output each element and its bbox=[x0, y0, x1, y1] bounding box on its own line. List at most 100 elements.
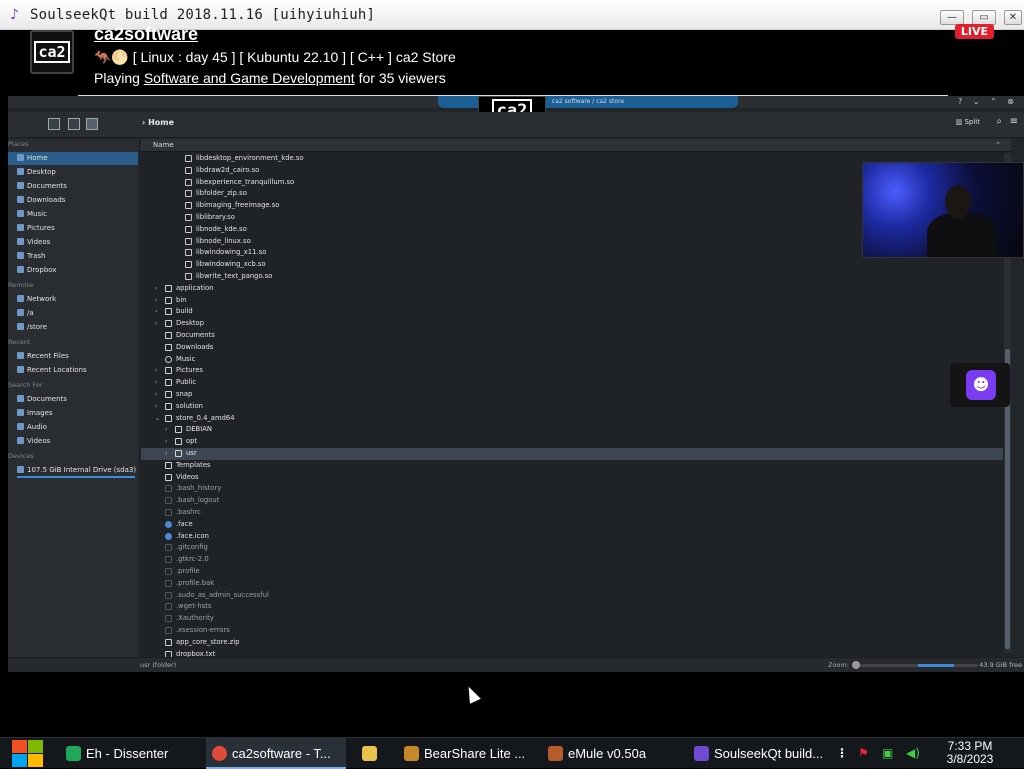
channel-name-link[interactable]: ca2software bbox=[94, 24, 198, 45]
network-icon[interactable]: ▣ bbox=[882, 738, 893, 769]
places-item[interactable]: Home bbox=[8, 152, 138, 165]
fm-window-controls[interactable]: ? ⌄ ⌃ ⊗ bbox=[958, 97, 1018, 106]
file-row[interactable]: › opt bbox=[141, 436, 1003, 448]
channel-logo[interactable]: ca2 bbox=[30, 30, 74, 74]
places-item[interactable]: Recent Files bbox=[8, 350, 138, 363]
windows-start-button[interactable] bbox=[10, 739, 44, 768]
file-row[interactable]: Videos bbox=[141, 472, 1003, 484]
chevron-right-icon[interactable]: › bbox=[155, 283, 163, 295]
details-view-icon[interactable] bbox=[86, 118, 98, 130]
chat-bot-button[interactable]: ☻ bbox=[950, 363, 1010, 407]
file-row[interactable]: Documents bbox=[141, 330, 1003, 342]
places-item[interactable]: Pictures bbox=[8, 222, 138, 235]
chevron-right-icon[interactable]: › bbox=[165, 424, 173, 436]
chevron-right-icon[interactable]: › bbox=[155, 365, 163, 377]
file-row[interactable]: .bash_logout bbox=[141, 495, 1003, 507]
file-row[interactable]: .wget-hsts bbox=[141, 601, 1003, 613]
file-name: .bash_history bbox=[176, 484, 222, 493]
hamburger-menu-icon[interactable]: ≡ bbox=[1010, 116, 1018, 127]
breadcrumb[interactable]: › Home bbox=[142, 118, 174, 127]
places-item[interactable]: /a bbox=[8, 307, 138, 320]
chevron-right-icon[interactable]: › bbox=[165, 448, 173, 460]
maximize-button[interactable]: ▭ bbox=[972, 10, 996, 25]
game-link[interactable]: Software and Game Development bbox=[144, 70, 355, 86]
file-row[interactable]: › Desktop bbox=[141, 318, 1003, 330]
file-row[interactable]: .gitconfig bbox=[141, 542, 1003, 554]
chevron-right-icon[interactable]: › bbox=[155, 318, 163, 330]
sort-ascending-icon[interactable]: ⌃ bbox=[995, 139, 1001, 152]
places-item[interactable]: Documents bbox=[8, 180, 138, 193]
file-row[interactable]: .profile bbox=[141, 566, 1003, 578]
icons-view-icon[interactable] bbox=[48, 118, 60, 130]
file-row[interactable]: › bin bbox=[141, 295, 1003, 307]
file-row[interactable]: › usr bbox=[141, 448, 1003, 460]
zoom-slider-handle[interactable] bbox=[852, 661, 860, 669]
places-item[interactable]: Downloads bbox=[8, 194, 138, 207]
file-row[interactable]: › build bbox=[141, 306, 1003, 318]
search-icon[interactable]: ⌕ bbox=[996, 116, 1002, 127]
file-row[interactable]: .profile.bak bbox=[141, 578, 1003, 590]
zoom-slider[interactable] bbox=[856, 664, 978, 667]
file-row[interactable]: › Public bbox=[141, 377, 1003, 389]
chevron-right-icon[interactable]: › bbox=[155, 377, 163, 389]
volume-icon[interactable]: ◀) bbox=[906, 738, 920, 769]
file-row[interactable]: › snap bbox=[141, 389, 1003, 401]
places-item[interactable]: Trash bbox=[8, 250, 138, 263]
chevron-right-icon[interactable]: › bbox=[155, 306, 163, 318]
chevron-right-icon[interactable]: › bbox=[155, 401, 163, 413]
places-item[interactable]: Desktop bbox=[8, 166, 138, 179]
file-row[interactable]: .xsession-errors bbox=[141, 625, 1003, 637]
clock-date: 3/8/2023 bbox=[946, 752, 994, 766]
file-row[interactable]: Downloads bbox=[141, 342, 1003, 354]
close-button[interactable]: ✕ bbox=[1004, 10, 1022, 25]
place-icon bbox=[17, 466, 24, 473]
file-row[interactable]: .gtkrc-2.0 bbox=[141, 554, 1003, 566]
file-row[interactable]: › application bbox=[141, 283, 1003, 295]
file-row[interactable]: app_core_store.zip bbox=[141, 637, 1003, 649]
places-item[interactable]: Dropbox bbox=[8, 264, 138, 277]
flag-icon[interactable]: ⚑ bbox=[858, 738, 869, 769]
taskbar-item[interactable]: Eh - Dissenter bbox=[60, 738, 200, 769]
more-options-icon[interactable]: ⋮ bbox=[836, 738, 848, 769]
file-row[interactable]: › DEBIAN bbox=[141, 424, 1003, 436]
split-button[interactable]: ▥ Split bbox=[956, 118, 980, 126]
chevron-down-icon[interactable]: ⌄ bbox=[155, 413, 163, 425]
taskbar-item[interactable]: eMule v0.50a bbox=[542, 738, 680, 769]
file-row[interactable]: .sudo_as_admin_successful bbox=[141, 590, 1003, 602]
places-item[interactable]: Recent Locations bbox=[8, 364, 138, 377]
places-item[interactable]: /store bbox=[8, 321, 138, 334]
taskbar-item[interactable]: BearShare Lite ... bbox=[398, 738, 530, 769]
column-header-name[interactable]: Name ⌃ bbox=[141, 139, 1011, 152]
file-name: .gtkrc-2.0 bbox=[176, 555, 209, 564]
file-name: Pictures bbox=[176, 366, 203, 375]
places-item[interactable]: Documents bbox=[8, 393, 138, 406]
minimize-button[interactable]: — bbox=[940, 10, 964, 25]
places-item[interactable]: Videos bbox=[8, 435, 138, 448]
file-row[interactable]: .Xauthority bbox=[141, 613, 1003, 625]
file-row[interactable]: libwindowing_xcb.so bbox=[141, 259, 1003, 271]
taskbar-item[interactable]: SoulseekQt build... bbox=[688, 738, 828, 769]
file-row[interactable]: .face bbox=[141, 519, 1003, 531]
chevron-right-icon[interactable]: › bbox=[155, 295, 163, 307]
file-row[interactable]: ⌄ store_0.4_amd64 bbox=[141, 413, 1003, 425]
file-row[interactable]: Music bbox=[141, 354, 1003, 366]
file-row[interactable]: Templates bbox=[141, 460, 1003, 472]
places-item-label: Images bbox=[27, 409, 53, 417]
taskbar-item[interactable]: ca2software - T... bbox=[206, 738, 346, 769]
taskbar-item[interactable] bbox=[356, 738, 386, 769]
file-row[interactable]: .face.icon bbox=[141, 531, 1003, 543]
places-item[interactable]: Images bbox=[8, 407, 138, 420]
places-item[interactable]: Videos bbox=[8, 236, 138, 249]
file-row[interactable]: › solution bbox=[141, 401, 1003, 413]
clock[interactable]: 7:33 PM 3/8/2023 bbox=[930, 740, 1010, 766]
file-row[interactable]: .bash_history bbox=[141, 483, 1003, 495]
chevron-right-icon[interactable]: › bbox=[155, 389, 163, 401]
file-row[interactable]: libwrite_text_pango.so bbox=[141, 271, 1003, 283]
file-row[interactable]: .bashrc bbox=[141, 507, 1003, 519]
file-row[interactable]: › Pictures bbox=[141, 365, 1003, 377]
places-item[interactable]: Audio bbox=[8, 421, 138, 434]
compact-view-icon[interactable] bbox=[68, 118, 80, 130]
chevron-right-icon[interactable]: › bbox=[165, 436, 173, 448]
places-item[interactable]: Network bbox=[8, 293, 138, 306]
places-item[interactable]: Music bbox=[8, 208, 138, 221]
